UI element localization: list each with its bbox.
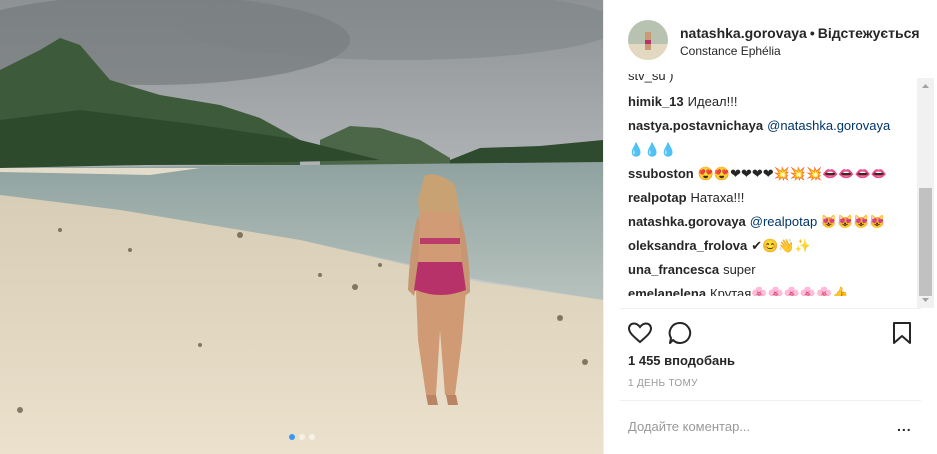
comment: ssuboston 😍😍❤❤❤❤💥💥💥👄👄👄👄	[628, 162, 920, 186]
post-sidebar: natashka.gorovaya • Відстежується Constanc…	[603, 0, 937, 454]
post-location[interactable]: Constance Ephélia	[680, 44, 781, 58]
beach-photo-image	[0, 0, 603, 454]
comment-username[interactable]: natashka.gorovaya	[628, 214, 746, 229]
comment-continuation: 💧💧💧	[628, 138, 920, 162]
carousel-dot-3[interactable]	[308, 434, 315, 440]
comment: himik_13 Идеал!!!	[628, 90, 920, 114]
bookmark-icon[interactable]	[889, 320, 915, 346]
comment-icon[interactable]	[667, 320, 693, 346]
comment-text: Идеал!!!	[687, 94, 738, 109]
separator-dot: •	[809, 25, 815, 41]
divider	[620, 308, 921, 309]
comment: natashka.gorovaya @realpotap 😻😻😻😻	[628, 210, 920, 234]
comment-text: 💧💧💧	[628, 142, 677, 157]
scrollbar-thumb[interactable]	[919, 188, 932, 296]
more-options-icon[interactable]: ...	[897, 418, 912, 434]
comment-partial: stv_su )	[628, 74, 674, 88]
comment-text: Крутая🌸🌸🌸🌸🌸👍	[710, 286, 849, 296]
divider	[620, 400, 921, 401]
comments-visible: himik_13 Идеал!!! nastya.postavnichaya @na…	[628, 90, 920, 296]
carousel-indicator	[0, 434, 603, 440]
add-comment-input[interactable]	[628, 416, 888, 436]
instagram-post: natashka.gorovaya • Відстежується Constanc…	[0, 0, 937, 454]
comment-username[interactable]: una_francesca	[628, 262, 719, 277]
comment: una_francesca super	[628, 258, 920, 282]
comment-text: super	[723, 262, 756, 277]
comment: oleksandra_frolova ✔😊👋✨	[628, 234, 920, 258]
post-photo[interactable]	[0, 0, 603, 454]
comment: emelanelena Крутая🌸🌸🌸🌸🌸👍	[628, 282, 920, 296]
comment: realpotap Натаха!!!	[628, 186, 920, 210]
comment-mention-link[interactable]: @realpotap 😻😻😻😻	[750, 214, 886, 229]
comment-username[interactable]: oleksandra_frolova	[628, 238, 747, 253]
avatar[interactable]	[628, 20, 668, 60]
scroll-down-arrow-icon[interactable]	[917, 291, 934, 308]
follow-status-button[interactable]: Відстежується	[818, 25, 920, 41]
comment-username[interactable]: ssuboston	[628, 166, 694, 181]
carousel-dot-1[interactable]	[288, 434, 295, 440]
carousel-dot-2[interactable]	[298, 434, 305, 440]
comment-text: ✔😊👋✨	[751, 238, 811, 253]
comment-text: Натаха!!!	[690, 190, 745, 205]
comment-mention-link[interactable]: @natashka.gorovaya	[767, 118, 890, 133]
likes-count[interactable]: 1 455 вподобань	[628, 353, 735, 368]
comment-username[interactable]: nastya.postavnichaya	[628, 118, 763, 133]
comments-list: stv_su ) himik_13 Идеал!!! nastya.postavn…	[628, 74, 920, 296]
action-bar	[604, 318, 937, 348]
comment-text: stv_su )	[628, 74, 674, 83]
heart-icon[interactable]	[627, 320, 653, 346]
comment: nastya.postavnichaya @natashka.gorovaya	[628, 114, 920, 138]
comments-scrollbar[interactable]	[917, 78, 934, 308]
post-header: natashka.gorovaya • Відстежується Constanc…	[604, 0, 937, 74]
comment-username[interactable]: himik_13	[628, 94, 684, 109]
scroll-up-arrow-icon[interactable]	[917, 78, 934, 95]
post-timestamp[interactable]: 1 ДЕНЬ ТОМУ	[628, 378, 698, 389]
post-username[interactable]: natashka.gorovaya	[680, 25, 807, 41]
comment-text: 😍😍❤❤❤❤💥💥💥👄👄👄👄	[697, 166, 887, 181]
comment-username[interactable]: realpotap	[628, 190, 687, 205]
header-line: natashka.gorovaya • Відстежується	[680, 25, 920, 41]
comment-username[interactable]: emelanelena	[628, 286, 706, 296]
